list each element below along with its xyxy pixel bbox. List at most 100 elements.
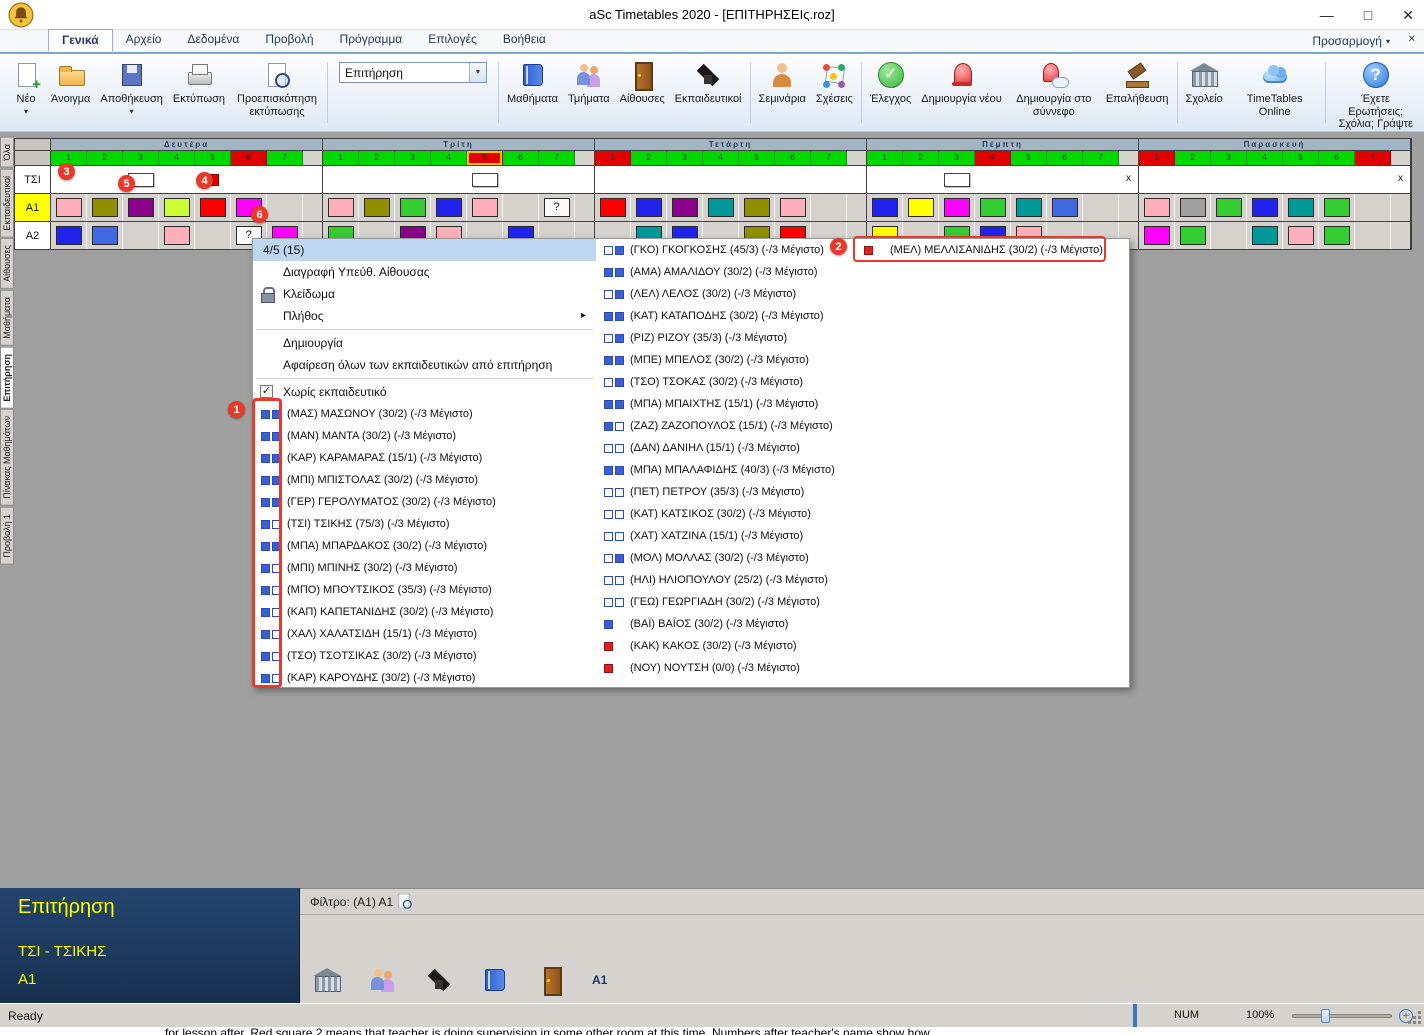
teacher-item[interactable]: (ΤΣΟ) ΤΣΟΤΣΙΚΑΣ (30/2) (-/3 Μέγιστο): [253, 645, 596, 667]
grid-cell[interactable]: [631, 166, 667, 193]
grid-cell[interactable]: [1247, 222, 1283, 249]
grid-cell[interactable]: [123, 194, 159, 221]
grid-cell[interactable]: [359, 194, 395, 221]
grid-cell[interactable]: [267, 166, 303, 193]
grid-cell[interactable]: [975, 194, 1011, 221]
grid-cell[interactable]: [467, 194, 503, 221]
period-cell[interactable]: 4: [975, 151, 1011, 165]
toolbar-button-open[interactable]: Άνοιγμα: [46, 57, 95, 109]
ribbon-tab[interactable]: Βοήθεια: [490, 29, 559, 52]
teachers-icon[interactable]: [424, 965, 454, 995]
grid-cell[interactable]: [1355, 194, 1391, 221]
grid-cell[interactable]: [867, 194, 903, 221]
grid-cell[interactable]: [267, 194, 303, 221]
grid-cell[interactable]: [667, 166, 703, 193]
grid-cell[interactable]: [1319, 222, 1355, 249]
teacher-item[interactable]: (ΝΟΥ) ΝΟΥΤΣΗ (0/0) (-/3 Μέγιστο): [596, 657, 856, 679]
teacher-item[interactable]: (ΚΑΡ) ΚΑΡΟΥΔΗΣ (30/2) (-/3 Μέγιστο): [253, 667, 596, 687]
period-cell[interactable]: 5: [195, 151, 231, 165]
teacher-item[interactable]: (ΓΕΡ) ΓΕΡΟΛΥΜΑΤΟΣ (30/2) (-/3 Μέγιστο): [253, 491, 596, 513]
grid-cell[interactable]: [1283, 194, 1319, 221]
room-icon[interactable]: [536, 965, 566, 995]
period-cell[interactable]: 2: [359, 151, 395, 165]
period-cell[interactable]: 1: [595, 151, 631, 165]
period-cell[interactable]: 7: [1355, 151, 1391, 165]
ribbon-tab[interactable]: Πρόγραμμα: [327, 29, 416, 52]
period-cell[interactable]: 1: [323, 151, 359, 165]
ribbon-collapse-icon[interactable]: ✕: [1408, 34, 1416, 45]
grid-cell[interactable]: [467, 166, 503, 193]
toolbar-button-door[interactable]: Αίθουσες: [615, 57, 670, 109]
teacher-item[interactable]: (ΜΠΙ) ΜΠΙΝΗΣ (30/2) (-/3 Μέγιστο): [253, 557, 596, 579]
grid-cell[interactable]: [431, 194, 467, 221]
teacher-item[interactable]: (ΛΕΛ) ΛΕΛΟΣ (30/2) (-/3 Μέγιστο): [596, 283, 856, 305]
toolbar-button-check[interactable]: Έλεγχος: [865, 57, 916, 109]
grid-cell[interactable]: [739, 166, 775, 193]
grid-cell[interactable]: [595, 166, 631, 193]
sidebar-view-tab[interactable]: Μαθήματα: [0, 290, 14, 346]
ribbon-tab[interactable]: Προβολή: [252, 29, 326, 52]
school-icon[interactable]: [312, 965, 342, 995]
grid-cell[interactable]: [1047, 194, 1083, 221]
period-cell[interactable]: 5: [1283, 151, 1319, 165]
grid-cell[interactable]: [1083, 166, 1119, 193]
menu-item[interactable]: Διαγραφή Υπεύθ. Αίθουσας: [253, 261, 596, 283]
teacher-item[interactable]: (ΔΑΝ) ΔΑΝΙΗΛ (15/1) (-/3 Μέγιστο): [596, 437, 856, 459]
grid-cell[interactable]: [667, 194, 703, 221]
grid-cell[interactable]: [1011, 166, 1047, 193]
zoom-slider[interactable]: [1292, 1014, 1392, 1018]
teacher-item[interactable]: (ΜΟΛ) ΜΟΛΛΑΣ (30/2) (-/3 Μέγιστο): [596, 547, 856, 569]
grid-cell[interactable]: [195, 194, 231, 221]
teacher-item[interactable]: (ΓΚΟ) ΓΚΟΓΚΟΣΗΣ (45/3) (-/3 Μέγιστο): [596, 239, 856, 261]
toolbar-button-gavel[interactable]: Επαλήθευση: [1101, 57, 1174, 109]
grid-cell[interactable]: [595, 194, 631, 221]
period-cell[interactable]: 1: [51, 151, 87, 165]
grid-cell[interactable]: [1175, 166, 1211, 193]
menu-item[interactable]: Δημιουργία: [253, 332, 596, 354]
row-label[interactable]: ΤΣΙ: [15, 166, 51, 193]
grid-cell[interactable]: [1319, 166, 1355, 193]
grid-cell[interactable]: [1139, 222, 1175, 249]
menu-item[interactable]: Πλήθος▸: [253, 305, 596, 327]
teacher-item[interactable]: (ΜΠΑ) ΜΠΑΡΔΑΚΟΣ (30/2) (-/3 Μέγιστο): [253, 535, 596, 557]
sidebar-view-tab[interactable]: Επιτήρηση: [0, 347, 14, 409]
grid-cell[interactable]: [231, 166, 267, 193]
grid-cell[interactable]: [1355, 166, 1391, 193]
grid-cell[interactable]: [87, 222, 123, 249]
grid-cell[interactable]: ?: [539, 194, 575, 221]
teacher-item[interactable]: (ΜΠΙ) ΜΠΙΣΤΟΛΑΣ (30/2) (-/3 Μέγιστο): [253, 469, 596, 491]
grid-cell[interactable]: [903, 166, 939, 193]
grid-cell[interactable]: [123, 222, 159, 249]
period-cell[interactable]: 6: [1047, 151, 1083, 165]
teacher-item[interactable]: (ΜΠΕ) ΜΠΕΛΟΣ (30/2) (-/3 Μέγιστο): [596, 349, 856, 371]
grid-cell[interactable]: [323, 194, 359, 221]
toolbar-button-question[interactable]: Έχετε Ερωτήσεις; Σχόλια; Γράψτε μας: [1329, 57, 1423, 132]
toolbar-button-cloud[interactable]: TimeTables Online: [1228, 57, 1322, 121]
grid-cell[interactable]: [503, 166, 539, 193]
menu-item[interactable]: Χωρίς εκπαιδευτικό: [253, 381, 596, 403]
period-cell[interactable]: 5: [1011, 151, 1047, 165]
teacher-item[interactable]: (ΡΙΖ) ΡΙΖΟΥ (35/3) (-/3 Μέγιστο): [596, 327, 856, 349]
sidebar-view-tab[interactable]: Πίνακας Μαθημάτων: [0, 409, 14, 506]
period-cell[interactable]: 3: [1211, 151, 1247, 165]
grid-cell[interactable]: [1319, 194, 1355, 221]
period-cell[interactable]: 7: [1083, 151, 1119, 165]
period-cell[interactable]: 3: [123, 151, 159, 165]
grid-cell[interactable]: [195, 166, 231, 193]
grid-cell[interactable]: [1175, 194, 1211, 221]
grid-cell[interactable]: [1011, 194, 1047, 221]
grid-cell[interactable]: [1175, 222, 1211, 249]
grid-cell[interactable]: [1211, 166, 1247, 193]
row-label[interactable]: Α1: [15, 194, 51, 221]
grid-cell[interactable]: [975, 166, 1011, 193]
menu-header[interactable]: 4/5 (15): [253, 239, 596, 261]
toolbar-button-network[interactable]: Σχέσεις: [811, 57, 858, 109]
ribbon-tab[interactable]: Αρχείο: [113, 29, 175, 52]
teacher-item[interactable]: (ΜΠΑ) ΜΠΑΙΧΤΗΣ (15/1) (-/3 Μέγιστο): [596, 393, 856, 415]
grid-cell[interactable]: [395, 166, 431, 193]
teacher-item[interactable]: (ΧΑΤ) ΧΑΤΖΙΝΑ (15/1) (-/3 Μέγιστο): [596, 525, 856, 547]
period-cell[interactable]: 3: [395, 151, 431, 165]
period-cell[interactable]: 3: [939, 151, 975, 165]
period-cell[interactable]: 6: [1319, 151, 1355, 165]
toolbar-button-person[interactable]: Σεμινάρια: [754, 57, 811, 109]
